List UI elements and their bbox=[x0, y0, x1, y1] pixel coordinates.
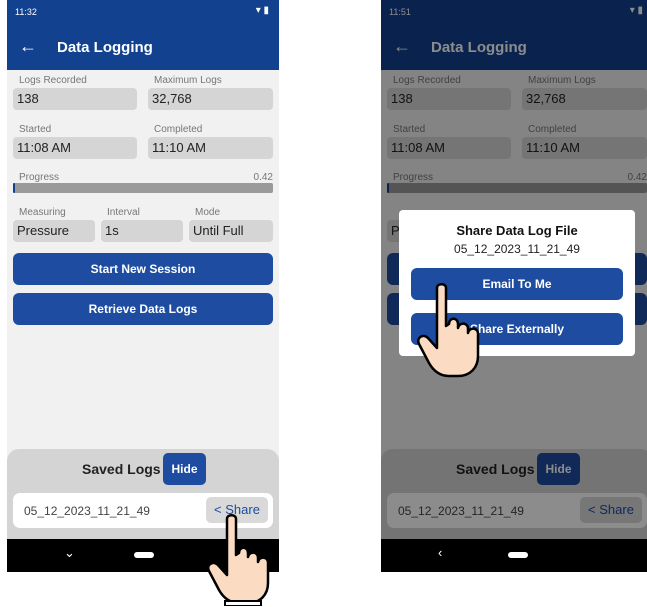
interval-label: Interval bbox=[107, 207, 140, 218]
logs-recorded-label: Logs Recorded bbox=[19, 75, 87, 86]
hide-button[interactable]: Hide bbox=[163, 453, 206, 485]
mode-label: Mode bbox=[195, 207, 221, 218]
system-nav-bar: ‹ bbox=[381, 539, 647, 572]
logs-recorded-value: 138 bbox=[13, 88, 137, 110]
phone-screen-left: 11:32 ▾ ▮ ← Data Logging Logs Recorded 1… bbox=[7, 0, 279, 572]
completed-label: Completed bbox=[154, 124, 203, 135]
mode-value: Until Full bbox=[189, 220, 273, 242]
nav-back-icon[interactable]: ‹ bbox=[438, 545, 442, 560]
log-file-name: 05_12_2023_11_21_49 bbox=[24, 504, 150, 518]
app-bar: ← Data Logging bbox=[7, 25, 279, 70]
max-logs-label: Maximum Logs bbox=[154, 75, 222, 86]
page-title: Data Logging bbox=[57, 39, 153, 56]
start-new-session-button[interactable]: Start New Session bbox=[13, 253, 273, 285]
pointing-hand-icon bbox=[417, 283, 480, 378]
status-icons: ▾ ▮ bbox=[255, 5, 269, 16]
pointing-hand-icon bbox=[207, 514, 270, 606]
dialog-subtitle: 05_12_2023_11_21_49 bbox=[454, 242, 580, 256]
started-value: 11:08 AM bbox=[13, 137, 137, 159]
max-logs-value: 32,768 bbox=[148, 88, 273, 110]
saved-logs-title: Saved Logs bbox=[82, 461, 161, 477]
dialog-title: Share Data Log File bbox=[456, 223, 578, 238]
interval-value: 1s bbox=[101, 220, 183, 242]
nav-home-icon[interactable] bbox=[134, 552, 154, 558]
status-time: 11:32 bbox=[15, 7, 37, 17]
measuring-label: Measuring bbox=[19, 207, 66, 218]
started-label: Started bbox=[19, 124, 52, 135]
progress-fill bbox=[13, 183, 15, 193]
nav-back-icon[interactable]: ⌄ bbox=[64, 545, 75, 561]
retrieve-data-logs-button[interactable]: Retrieve Data Logs bbox=[13, 293, 273, 325]
progress-bar bbox=[13, 183, 273, 193]
nav-home-icon[interactable] bbox=[508, 552, 528, 558]
back-arrow-icon[interactable]: ← bbox=[19, 36, 37, 57]
completed-value: 11:10 AM bbox=[148, 137, 273, 159]
measuring-value: Pressure bbox=[13, 220, 95, 242]
progress-label: Progress bbox=[19, 172, 60, 183]
status-bar: 11:32 ▾ ▮ bbox=[7, 0, 279, 25]
progress-value: 0.42 bbox=[253, 172, 273, 183]
